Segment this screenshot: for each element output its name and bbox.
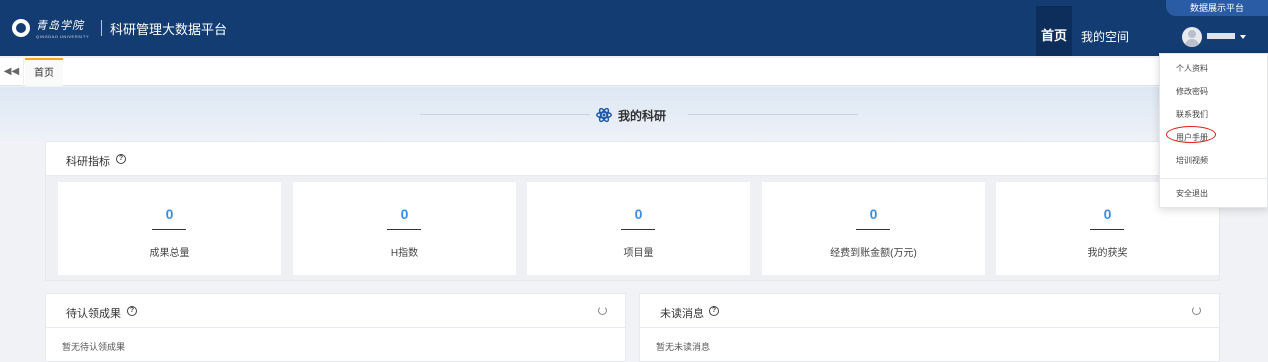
unread-messages-panel: 未读消息 ? 暂无未读消息 (639, 293, 1220, 362)
metric-card-outputs[interactable]: 0 成果总量 (58, 182, 281, 275)
nav-home[interactable]: 首页 (1036, 6, 1072, 56)
metric-label: 我的获奖 (1087, 248, 1128, 259)
metric-divider (621, 229, 655, 230)
atom-icon (596, 107, 612, 123)
refresh-icon[interactable] (1192, 306, 1201, 315)
university-logo[interactable]: 青岛学院 QINGDAO UNIVERSITY 科研管理大数据平台 (12, 17, 227, 39)
metric-label: 项目量 (623, 248, 654, 259)
seal-icon (12, 19, 30, 37)
menu-item-logout[interactable]: 安全退出 (1176, 188, 1208, 199)
pending-claims-title: 待认领成果 (66, 308, 121, 320)
metric-value: 0 (869, 206, 878, 222)
metrics-panel: 科研指标 ? 0 成果总量 0 H指数 0 项目量 0 经费到账金额(万元) 0… (45, 141, 1220, 281)
help-icon[interactable]: ? (127, 306, 137, 316)
metric-label: H指数 (390, 248, 419, 259)
metric-value: 0 (634, 206, 643, 222)
pending-claims-header: 待认领成果 ? (46, 294, 625, 328)
nav-my-space[interactable]: 我的空间 (1081, 28, 1129, 45)
menu-item-training-video[interactable]: 培训视频 (1176, 155, 1208, 166)
metric-divider (152, 229, 186, 230)
metric-divider (856, 229, 890, 230)
banner-divider-left (420, 114, 590, 115)
metric-value: 0 (165, 206, 174, 222)
data-display-platform-link[interactable]: 数据展示平台 (1166, 0, 1268, 16)
annotation-circle (1166, 126, 1216, 143)
refresh-icon[interactable] (598, 306, 607, 315)
metric-card-funding[interactable]: 0 经费到账金额(万元) (762, 182, 985, 275)
user-name-redacted[interactable] (1207, 33, 1235, 39)
metric-value: 0 (400, 206, 409, 222)
metrics-title: 科研指标 (66, 156, 110, 168)
unread-messages-title: 未读消息 (660, 308, 704, 320)
user-avatar[interactable] (1182, 27, 1202, 47)
unread-messages-empty: 暂无未读消息 (656, 342, 711, 352)
menu-item-change-password[interactable]: 修改密码 (1176, 86, 1208, 97)
metric-card-h-index[interactable]: 0 H指数 (293, 182, 516, 275)
app-title: 科研管理大数据平台 (110, 21, 228, 37)
pending-claims-panel: 待认领成果 ? 暂无待认领成果 (45, 293, 626, 362)
pending-claims-empty: 暂无待认领成果 (62, 342, 126, 352)
menu-divider (1160, 178, 1267, 179)
metric-divider (387, 229, 421, 230)
top-header: 青岛学院 QINGDAO UNIVERSITY 科研管理大数据平台 首页 我的空… (0, 0, 1268, 56)
help-icon[interactable]: ? (116, 154, 126, 164)
banner-divider-right (688, 114, 858, 115)
logo-wordmark: 青岛学院 QINGDAO UNIVERSITY (36, 17, 89, 39)
metric-value: 0 (1103, 206, 1112, 222)
menu-item-contact-us[interactable]: 联系我们 (1176, 109, 1208, 120)
metric-label: 经费到账金额(万元) (830, 248, 917, 259)
tab-home[interactable]: 首页 (25, 58, 63, 86)
metric-label: 成果总量 (149, 248, 190, 259)
metric-card-projects[interactable]: 0 项目量 (527, 182, 750, 275)
tab-bar: ◀◀ 首页 (0, 58, 1268, 86)
double-chevron-left-icon[interactable]: ◀◀ (0, 58, 24, 86)
unread-messages-header: 未读消息 ? (640, 294, 1219, 328)
menu-item-profile[interactable]: 个人资料 (1176, 63, 1208, 74)
logo-text: 青岛学院 (36, 19, 84, 32)
metric-divider (1090, 229, 1124, 230)
help-icon[interactable]: ? (709, 306, 719, 316)
metrics-panel-header: 科研指标 ? (46, 142, 1219, 176)
chevron-down-icon[interactable] (1240, 35, 1246, 39)
section-title: 我的科研 (618, 109, 667, 123)
logo-subtext: QINGDAO UNIVERSITY (36, 34, 90, 39)
logo-divider (101, 20, 103, 36)
